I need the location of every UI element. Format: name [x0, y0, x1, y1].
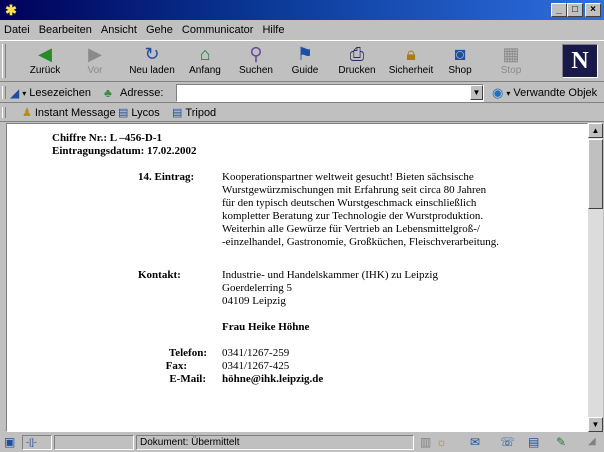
stop-icon: ▦	[502, 44, 520, 64]
folder-icon: ▤	[172, 107, 183, 119]
close-button[interactable]: ×	[585, 3, 601, 17]
folder-icon: ▤	[118, 107, 129, 119]
menu-bearbeiten[interactable]: Bearbeiten	[39, 24, 92, 36]
guide-button[interactable]: ⚑ Guide	[280, 43, 330, 81]
menu-bar: Datei Bearbeiten Ansicht Gehe Communicat…	[0, 20, 604, 39]
bookmark-icon: ◢	[10, 86, 20, 100]
window-controls: _ □ ×	[551, 3, 601, 17]
progress-cell	[54, 435, 134, 450]
contact-line: Goerdelerring 5	[222, 282, 292, 294]
registration-date: Eintragungsdatum: 17.02.2002	[52, 145, 197, 157]
address-book-icon[interactable]: ▤	[528, 435, 539, 449]
guide-icon: ⚑	[296, 44, 314, 64]
fax-label: Fax:	[165, 360, 187, 372]
contact-line: Industrie- und Handelskammer (IHK) zu Le…	[222, 269, 438, 281]
scroll-thumb[interactable]	[588, 139, 603, 209]
instant-message-link[interactable]: ♟ Instant Message	[22, 106, 116, 120]
shop-button[interactable]: ◙ Shop	[435, 43, 485, 81]
tripod-link[interactable]: ▤ Tripod	[172, 106, 216, 120]
address-label: Adresse:	[120, 87, 164, 99]
entry-line: Wurstgewürzmischungen mit Erfahrung seit…	[222, 184, 487, 196]
status-text: Dokument: Übermittelt	[136, 435, 414, 450]
contact-person: Frau Heike Höhne	[222, 321, 310, 333]
maximize-button[interactable]: □	[567, 3, 583, 17]
resize-grip[interactable]: ◢	[588, 435, 596, 449]
email-label: E-Mail:	[169, 373, 206, 385]
security-status-icon[interactable]: ▣	[4, 435, 15, 449]
entry-label: 14. Eintrag:	[138, 171, 195, 183]
page-proxy-icon[interactable]: ♣	[104, 86, 112, 100]
address-dropdown-button[interactable]: ▼	[470, 85, 483, 100]
online-status-icon[interactable]: -|]-	[22, 435, 52, 450]
home-icon: ⌂	[199, 44, 211, 64]
shop-icon: ◙	[454, 44, 466, 64]
phone-value: 0341/1267-259	[222, 347, 290, 359]
status-bar: ▣ -|]- Dokument: Übermittelt ▥ ☼ ✉ ☏ ▤ ✎…	[0, 433, 604, 452]
chiffre-number: Chiffre Nr.: L –456-D-1	[52, 132, 162, 144]
back-arrow-icon: ◀	[38, 44, 52, 64]
lycos-link[interactable]: ▤ Lycos	[118, 106, 160, 120]
entry-line: -einzelhandel, Gastronomie, Großküchen, …	[222, 236, 500, 248]
address-input[interactable]	[176, 84, 484, 102]
forward-arrow-icon: ▶	[88, 44, 102, 64]
home-button[interactable]: ⌂ Anfang	[180, 43, 230, 81]
email-link[interactable]: höhne@ihk.leipzig.de	[222, 373, 323, 386]
netscape-logo[interactable]: N	[562, 44, 598, 78]
entry-line: Weiterhin alle Gewürze für Vertrieb an L…	[222, 223, 480, 235]
search-button[interactable]: ⚲ Suchen	[231, 43, 281, 81]
personal-toolbar: ♟ Instant Message ▤ Lycos ▤ Tripod	[0, 104, 604, 122]
back-button[interactable]: ◀ Zurück	[20, 43, 70, 81]
mail-icon[interactable]: ✉	[470, 435, 480, 449]
minimize-button[interactable]: _	[551, 3, 567, 17]
related-objects-button[interactable]: ◉ ▾ Verwandte Objek	[492, 85, 597, 101]
contact-label: Kontakt:	[138, 269, 181, 281]
vertical-scrollbar[interactable]: ▲ ▼	[588, 123, 603, 432]
reload-icon: ↻	[144, 44, 160, 64]
menu-gehe[interactable]: Gehe	[146, 24, 173, 36]
navigator-icon[interactable]: ☼	[436, 435, 447, 449]
toolbar-grip[interactable]	[2, 44, 6, 78]
menu-datei[interactable]: Datei	[4, 24, 30, 36]
netscape-app-icon[interactable]: ✱	[3, 2, 19, 18]
toolbar-grip[interactable]	[2, 86, 6, 99]
chevron-down-icon: ▾	[22, 88, 27, 98]
person-icon: ♟	[22, 107, 32, 119]
lock-icon: 🔒︎	[406, 44, 416, 64]
chevron-down-icon: ▾	[506, 88, 511, 98]
navigation-toolbar: ◀ Zurück ▶ Vor ↻ Neu laden ⌂ Anfang ⚲ Su…	[0, 40, 604, 82]
scroll-up-button[interactable]: ▲	[588, 123, 603, 138]
reload-button[interactable]: ↻ Neu laden	[124, 43, 180, 81]
menu-hilfe[interactable]: Hilfe	[262, 24, 284, 36]
contact-line: 04109 Leipzig	[222, 295, 286, 307]
print-button[interactable]: ⎙ Drucken	[332, 43, 382, 81]
page-content: Chiffre Nr.: L –456-D-1 Eintragungsdatum…	[6, 123, 588, 432]
title-bar: ✱ _ □ ×	[0, 0, 604, 20]
scroll-down-button[interactable]: ▼	[588, 417, 603, 432]
newsgroups-icon[interactable]: ☏	[500, 435, 515, 449]
toolbar-grip[interactable]	[2, 107, 6, 118]
entry-line: für den typisch deutschen Wurstgeschmack…	[222, 197, 477, 209]
location-toolbar: ◢ ▾ Lesezeichen ♣ Adresse: ▼ ◉ ▾ Verwand…	[0, 83, 604, 103]
fax-value: 0341/1267-425	[222, 360, 290, 372]
menu-ansicht[interactable]: Ansicht	[101, 24, 137, 36]
security-button[interactable]: 🔒︎ Sicherheit	[384, 43, 438, 81]
forward-button[interactable]: ▶ Vor	[70, 43, 120, 81]
composer-icon[interactable]: ✎	[556, 435, 566, 449]
phone-label: Telefon:	[168, 347, 207, 359]
entry-line: Kooperationspartner weltweit gesucht! Bi…	[222, 171, 474, 183]
stop-button[interactable]: ▦ Stop	[486, 43, 536, 81]
bookmarks-button[interactable]: ◢ ▾ Lesezeichen	[10, 85, 91, 101]
search-icon: ⚲	[249, 44, 263, 64]
component-bar-grip[interactable]: ▥	[420, 435, 431, 449]
print-icon: ⎙	[349, 44, 365, 64]
entry-line: kompletter Beratung zur Technologie der …	[222, 210, 484, 222]
menu-communicator[interactable]: Communicator	[182, 24, 254, 36]
related-icon: ◉	[492, 85, 504, 100]
